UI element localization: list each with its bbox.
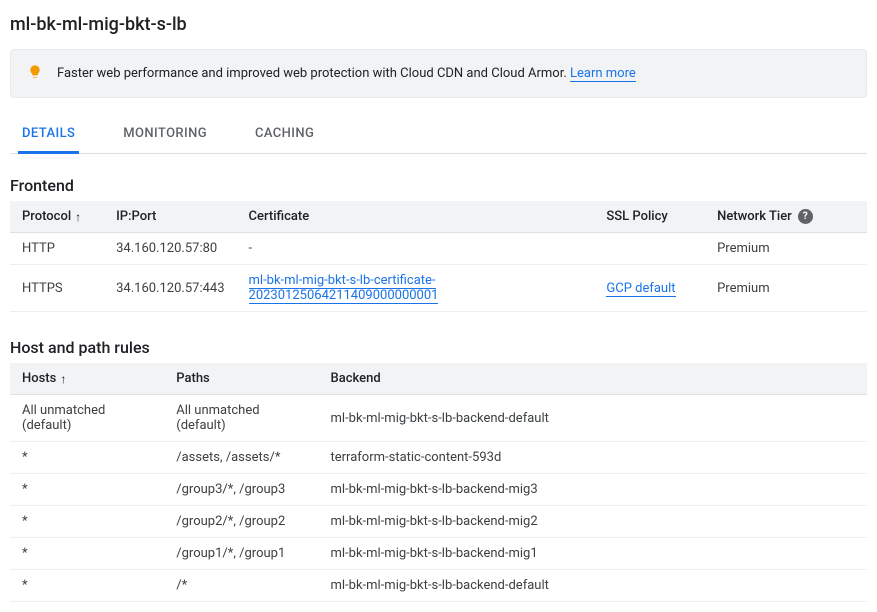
cell-hosts: * xyxy=(10,442,164,474)
table-row: HTTPS34.160.120.57:443 ml-bk-ml-mig-bkt-s… xyxy=(10,265,867,312)
frontend-section-title: Frontend xyxy=(10,176,867,195)
sort-arrow-icon: ↑ xyxy=(60,372,66,386)
lightbulb-icon xyxy=(27,64,43,83)
table-row: */group2/*, /group2ml-bk-ml-mig-bkt-s-lb… xyxy=(10,506,867,538)
table-row: */assets, /assets/*terraform-static-cont… xyxy=(10,442,867,474)
cell-backend: ml-bk-ml-mig-bkt-s-lb-backend-mig1 xyxy=(319,538,868,570)
tab-monitoring[interactable]: MONITORING xyxy=(119,116,211,154)
cell-network-tier: Premium xyxy=(705,233,867,265)
table-row: HTTP34.160.120.57:80- Premium xyxy=(10,233,867,265)
host-path-table: Hosts ↑ Paths Backend All unmatched (def… xyxy=(10,363,867,602)
th-label: Network Tier xyxy=(717,209,792,224)
cell-hosts: * xyxy=(10,506,164,538)
cell-backend: ml-bk-ml-mig-bkt-s-lb-backend-default xyxy=(319,395,868,442)
cell-paths: /* xyxy=(164,570,318,602)
th-label: Hosts xyxy=(22,371,56,386)
cell-hosts: * xyxy=(10,538,164,570)
table-row: */*ml-bk-ml-mig-bkt-s-lb-backend-default xyxy=(10,570,867,602)
info-banner: Faster web performance and improved web … xyxy=(10,49,867,98)
cell-paths: /assets, /assets/* xyxy=(164,442,318,474)
hostpath-th-hosts[interactable]: Hosts ↑ xyxy=(10,363,164,395)
cell-backend: terraform-static-content-593d xyxy=(319,442,868,474)
tabs: DETAILS MONITORING CACHING xyxy=(10,116,867,154)
cell-protocol: HTTP xyxy=(10,233,104,265)
cell-certificate: ml-bk-ml-mig-bkt-s-lb-certificate-202301… xyxy=(237,265,595,312)
sort-arrow-icon: ↑ xyxy=(75,210,81,224)
cell-hosts: All unmatched (default) xyxy=(10,395,164,442)
hostpath-th-paths[interactable]: Paths xyxy=(164,363,318,395)
cell-ip-port: 34.160.120.57:443 xyxy=(104,265,236,312)
cell-paths: /group3/*, /group3 xyxy=(164,474,318,506)
cell-certificate: - xyxy=(237,233,595,265)
cell-backend: ml-bk-ml-mig-bkt-s-lb-backend-mig3 xyxy=(319,474,868,506)
table-row: */group1/*, /group1ml-bk-ml-mig-bkt-s-lb… xyxy=(10,538,867,570)
frontend-th-networktier[interactable]: Network Tier ? xyxy=(705,201,867,233)
frontend-th-certificate[interactable]: Certificate xyxy=(237,201,595,233)
tab-caching[interactable]: CACHING xyxy=(251,116,318,154)
hostpath-th-backend[interactable]: Backend xyxy=(319,363,868,395)
host-path-section-title: Host and path rules xyxy=(10,338,867,357)
learn-more-link[interactable]: Learn more xyxy=(570,66,636,82)
cell-backend: ml-bk-ml-mig-bkt-s-lb-backend-mig2 xyxy=(319,506,868,538)
tab-details[interactable]: DETAILS xyxy=(18,116,79,154)
cell-protocol: HTTPS xyxy=(10,265,104,312)
cell-paths: /group1/*, /group1 xyxy=(164,538,318,570)
cell-ip-port: 34.160.120.57:80 xyxy=(104,233,236,265)
banner-message: Faster web performance and improved web … xyxy=(57,66,636,81)
frontend-th-ipport[interactable]: IP:Port xyxy=(104,201,236,233)
frontend-th-protocol[interactable]: Protocol ↑ xyxy=(10,201,104,233)
help-icon[interactable]: ? xyxy=(798,209,813,224)
table-row: All unmatched (default)All unmatched (de… xyxy=(10,395,867,442)
cell-network-tier: Premium xyxy=(705,265,867,312)
banner-text: Faster web performance and improved web … xyxy=(57,66,570,81)
cell-paths: All unmatched (default) xyxy=(164,395,318,442)
cell-ssl-policy: GCP default xyxy=(594,265,705,312)
table-row: */group3/*, /group3ml-bk-ml-mig-bkt-s-lb… xyxy=(10,474,867,506)
ssl-policy-link[interactable]: GCP default xyxy=(606,281,675,297)
cell-hosts: * xyxy=(10,474,164,506)
cell-backend: ml-bk-ml-mig-bkt-s-lb-backend-default xyxy=(319,570,868,602)
frontend-table: Protocol ↑ IP:Port Certificate SSL Polic… xyxy=(10,201,867,312)
th-label: Protocol xyxy=(22,209,71,224)
frontend-th-sslpolicy[interactable]: SSL Policy xyxy=(594,201,705,233)
certificate-link[interactable]: ml-bk-ml-mig-bkt-s-lb-certificate-202301… xyxy=(249,273,439,304)
page-title: ml-bk-ml-mig-bkt-s-lb xyxy=(10,14,867,35)
cell-ssl-policy xyxy=(594,233,705,265)
cell-hosts: * xyxy=(10,570,164,602)
cell-paths: /group2/*, /group2 xyxy=(164,506,318,538)
